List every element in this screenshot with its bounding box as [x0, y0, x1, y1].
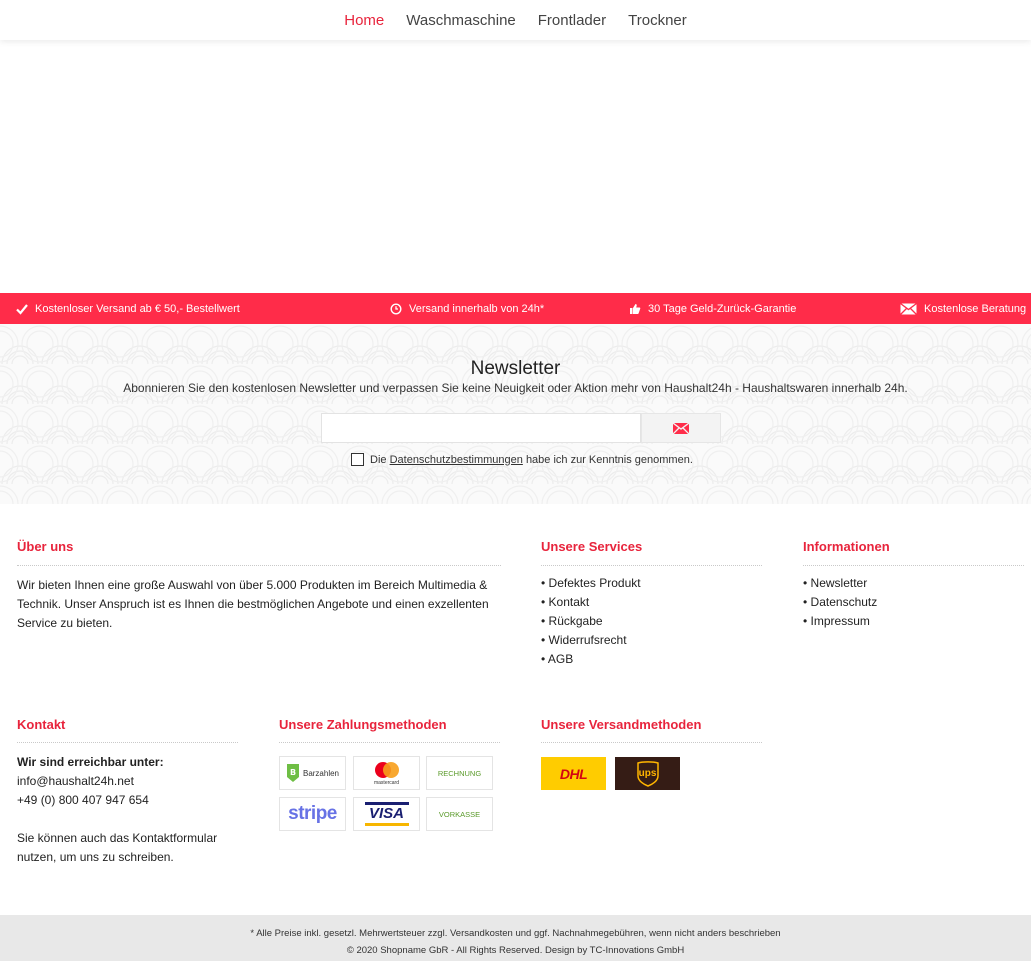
usp-label: Versand innerhalb von 24h* — [409, 302, 545, 315]
consent-text: Die Datenschutzbestimmungen habe ich zur… — [370, 454, 693, 466]
newsletter-description: Abonnieren Sie den kostenlosen Newslette… — [123, 381, 908, 395]
payment-invoice: RECHNUNG — [426, 756, 493, 790]
privacy-consent-checkbox[interactable] — [351, 453, 364, 466]
contact-note: Sie können auch das Kontaktformular nutz… — [17, 831, 218, 864]
link-privacy[interactable]: Datenschutz — [811, 595, 878, 609]
newsletter-title: Newsletter — [470, 358, 561, 379]
barzahlen-label: Barzahlen — [302, 768, 340, 778]
usp-money-back: 30 Tage Geld-Zurück-Garantie — [629, 293, 796, 324]
list-item: Rückgabe — [541, 612, 641, 631]
contact-title: Kontakt — [17, 717, 66, 732]
payment-visa: VISA — [353, 797, 420, 831]
link-contact[interactable]: Kontakt — [549, 595, 590, 609]
about-title: Über uns — [17, 539, 74, 554]
list-item: Defektes Produkt — [541, 574, 641, 593]
clock-icon — [390, 302, 402, 315]
info-title: Informationen — [803, 539, 890, 554]
divider — [279, 742, 500, 743]
payment-prepayment: VORKASSE — [426, 797, 493, 831]
envelope-icon — [673, 422, 689, 434]
prepayment-label: VORKASSE — [438, 809, 481, 819]
nav-trockner[interactable]: Trockner — [617, 12, 698, 29]
services-list: Defektes Produkt Kontakt Rückgabe Widerr… — [541, 574, 641, 669]
shipping-dhl: DHL — [541, 757, 606, 790]
list-item: Kontakt — [541, 593, 641, 612]
newsletter-email-input[interactable] — [321, 413, 641, 443]
list-item: Newsletter — [803, 574, 877, 593]
payment-stripe: stripe — [279, 797, 346, 831]
barzahlen-logo-icon: B — [286, 764, 299, 782]
list-item: Impressum — [803, 612, 877, 631]
price-note: * Alle Preise inkl. gesetzl. Mehrwertste… — [250, 928, 781, 939]
envelope-icon — [900, 302, 917, 315]
payment-barzahlen: B Barzahlen — [279, 756, 346, 790]
contact-info: Wir sind erreichbar unter: info@haushalt… — [17, 753, 247, 867]
mastercard-logo-icon — [374, 762, 399, 778]
check-icon — [16, 303, 28, 315]
usp-free-consulting: Kostenlose Beratung — [900, 293, 1026, 324]
list-item: Widerrufsrecht — [541, 631, 641, 650]
visa-stripe-bottom — [364, 823, 409, 826]
divider — [541, 565, 762, 566]
shipping-title: Unsere Versandmethoden — [541, 717, 702, 732]
shipping-ups: ups — [615, 757, 680, 790]
nav-home[interactable]: Home — [333, 12, 395, 29]
divider — [17, 565, 501, 566]
newsletter-section: Newsletter Abonnieren Sie den kostenlose… — [0, 324, 1031, 504]
list-item: AGB — [541, 650, 641, 669]
legal-footer: * Alle Preise inkl. gesetzl. Mehrwertste… — [0, 915, 1031, 961]
divider — [803, 565, 1024, 566]
mastercard-label: mastercard — [373, 780, 399, 786]
link-newsletter[interactable]: Newsletter — [811, 576, 868, 590]
link-returns[interactable]: Rückgabe — [549, 614, 603, 628]
about-text: Wir bieten Ihnen eine große Auswahl von … — [17, 578, 489, 630]
contact-phone[interactable]: +49 (0) 800 407 947 654 — [17, 791, 247, 810]
invoice-label: RECHNUNG — [437, 768, 482, 778]
stripe-label: stripe — [288, 803, 337, 824]
usp-bar: Kostenloser Versand ab € 50,- Bestellwer… — [0, 293, 1031, 324]
thumbs-up-icon — [630, 303, 641, 314]
link-imprint[interactable]: Impressum — [811, 614, 870, 628]
dhl-label: DHL — [559, 765, 588, 782]
link-withdrawal[interactable]: Widerrufsrecht — [549, 633, 627, 647]
svg-text:B: B — [290, 768, 296, 777]
divider — [541, 742, 762, 743]
divider — [17, 742, 238, 743]
usp-label: 30 Tage Geld-Zurück-Garantie — [648, 302, 797, 315]
link-defective-product[interactable]: Defektes Produkt — [549, 576, 641, 590]
nav-waschmaschine[interactable]: Waschmaschine — [395, 12, 526, 29]
services-title: Unsere Services — [541, 539, 643, 554]
info-list: Newsletter Datenschutz Impressum — [803, 574, 878, 631]
ups-label: ups — [638, 768, 657, 779]
newsletter-submit-button[interactable] — [641, 413, 721, 443]
privacy-consent: Die Datenschutzbestimmungen habe ich zur… — [351, 453, 693, 466]
link-terms[interactable]: AGB — [548, 652, 573, 666]
nav-frontlader[interactable]: Frontlader — [527, 12, 617, 29]
usp-free-shipping: Kostenloser Versand ab € 50,- Bestellwer… — [16, 293, 240, 324]
payment-title: Unsere Zahlungsmethoden — [279, 717, 447, 732]
contact-reachable: Wir sind erreichbar unter: — [17, 755, 164, 769]
usp-shipping-time: Versand innerhalb von 24h* — [390, 293, 544, 324]
consent-suffix: habe ich zur Kenntnis genommen. — [525, 453, 693, 466]
privacy-policy-link[interactable]: Datenschutzbestimmungen — [390, 454, 523, 466]
list-item: Datenschutz — [803, 593, 878, 612]
main-nav: Home Waschmaschine Frontlader Trockner — [0, 0, 1031, 40]
contact-email[interactable]: info@haushalt24h.net — [17, 772, 247, 791]
copyright: © 2020 Shopname GbR - All Rights Reserve… — [346, 945, 685, 956]
payment-mastercard: mastercard — [353, 756, 420, 790]
visa-label: VISA — [368, 805, 404, 822]
usp-label: Kostenloser Versand ab € 50,- Bestellwer… — [35, 302, 240, 315]
consent-prefix: Die — [370, 453, 387, 466]
usp-label: Kostenlose Beratung — [924, 302, 1027, 315]
